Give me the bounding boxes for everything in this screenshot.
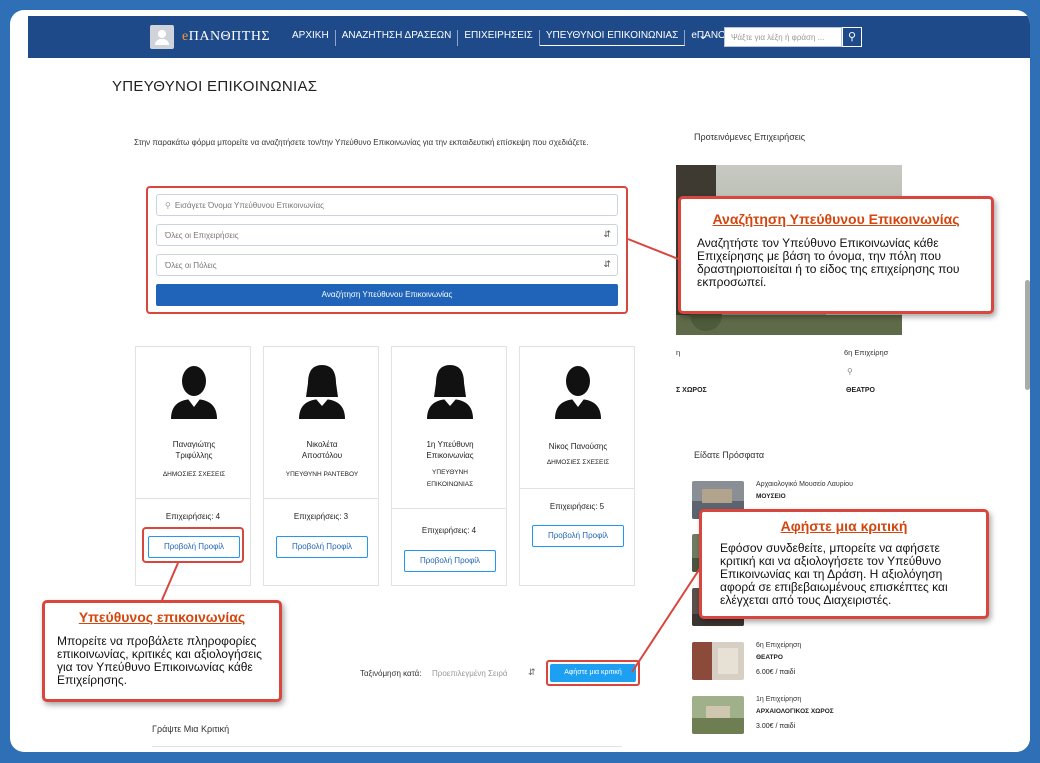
contact-callout-title: Υπεύθυνος επικοινωνίας — [78, 609, 246, 625]
search-callout-title: Αναζήτηση Υπεύθυνου Επικοινωνίας — [712, 211, 960, 227]
review-callout: Αφήστε μια κριτική Εφόσον συνδεθείτε, μπ… — [699, 509, 989, 619]
search-callout-body: Αναζητήστε τον Υπεύθυνο Επικοινωνίας κάθ… — [697, 236, 960, 289]
review-callout-title: Αφήστε μια κριτική — [780, 518, 908, 534]
search-callout: Αναζήτηση Υπεύθυνου Επικοινωνίας Αναζητή… — [678, 196, 994, 314]
contact-callout-body: Μπορείτε να προβάλετε πληροφορίες επικοι… — [57, 634, 262, 687]
contact-callout: Υπεύθυνος επικοινωνίας Μπορείτε να προβά… — [42, 600, 282, 702]
review-callout-body: Εφόσον συνδεθείτε, μπορείτε να αφήσετε κ… — [720, 541, 948, 607]
screenshot-frame: eΠΑΝΘΠΤΗΣ ΑΡΧΙΚΗ ΑΝΑΖΗΤΗΣΗ ΔΡΑΣΕΩΝ ΕΠΙΧΕ… — [10, 10, 1030, 752]
